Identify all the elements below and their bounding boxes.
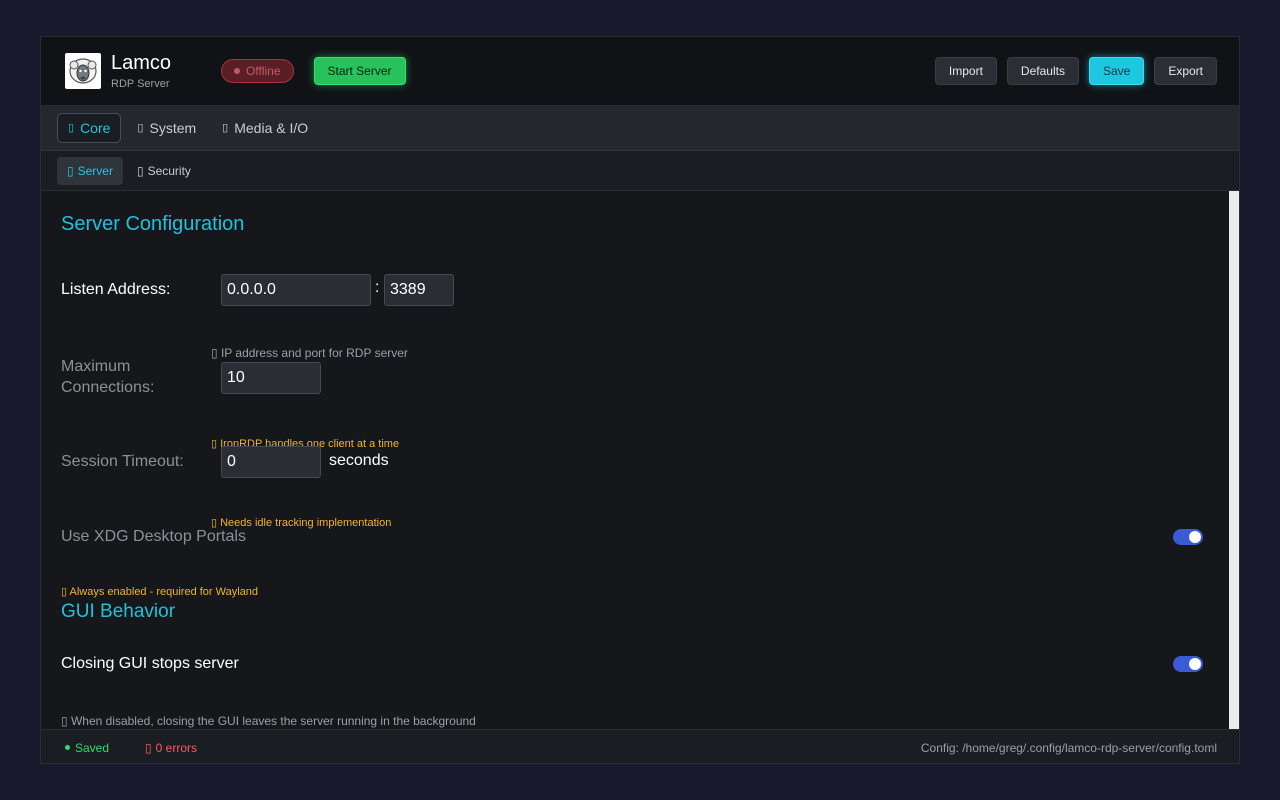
error-count[interactable]: ▯ 0 errors: [145, 741, 197, 755]
core-tab-icon: ▯: [68, 122, 75, 134]
status-dot-icon: [234, 68, 241, 74]
saved-label: Saved: [75, 740, 110, 755]
security-subtab-icon: ▯: [136, 163, 144, 178]
listen-port-input[interactable]: 3389: [384, 274, 454, 306]
closing-gui-stops-toggle[interactable]: [1173, 656, 1203, 672]
tab-media-io-label: Media & I/O: [234, 119, 309, 136]
listen-address-input[interactable]: 0.0.0.0: [221, 274, 371, 306]
session-timeout-input[interactable]: 0: [221, 446, 321, 478]
subtab-security[interactable]: ▯ Security: [127, 157, 201, 185]
listen-address-hint: ▯ IP address and port for RDP server: [211, 346, 408, 360]
start-server-button[interactable]: Start Server: [313, 57, 406, 85]
section-title-gui: GUI Behavior: [61, 601, 176, 622]
media-tab-icon: ▯: [222, 122, 229, 134]
xdg-portals-label: Use XDG Desktop Portals: [61, 528, 246, 545]
tab-system-label: System: [149, 119, 197, 136]
error-count-label: 0 errors: [155, 740, 197, 755]
header-actions: Import Defaults Save Export: [934, 57, 1217, 85]
import-button[interactable]: Import: [934, 57, 997, 85]
address-port-separator: :: [375, 279, 380, 296]
defaults-button[interactable]: Defaults: [1006, 57, 1079, 85]
xdg-portals-warning: ▯ Always enabled - required for Wayland: [61, 586, 259, 598]
app-name: Lamco: [111, 52, 172, 74]
toggle-knob: [1189, 531, 1201, 543]
saved-dot-icon: [65, 745, 70, 750]
saved-status: Saved: [65, 741, 109, 755]
settings-content: Server Configuration Listen Address: 0.0…: [41, 191, 1231, 729]
app-window: Lamco RDP Server Offline Start Server Im…: [40, 36, 1240, 764]
max-connections-label-line1: Maximum: [61, 358, 131, 375]
closing-gui-stops-label: Closing GUI stops server: [61, 655, 239, 672]
brand: Lamco RDP Server: [111, 52, 171, 90]
subtab-server-label: Server: [77, 163, 113, 178]
config-path: Config: /home/greg/.config/lamco-rdp-ser…: [920, 740, 1217, 755]
toggle-knob: [1189, 658, 1201, 670]
max-connections-label-line2: Connections:: [61, 379, 155, 396]
session-timeout-label: Session Timeout:: [61, 453, 184, 470]
subtab-server[interactable]: ▯ Server: [57, 156, 123, 185]
tab-core[interactable]: ▯ Core: [57, 112, 122, 143]
app-header: Lamco RDP Server Offline Start Server Im…: [41, 37, 1239, 105]
content-scrollbar[interactable]: [1229, 191, 1239, 729]
listen-address-label: Listen Address:: [61, 281, 171, 298]
section-title-server: Server Configuration: [61, 213, 245, 235]
sheep-logo-icon: [65, 53, 101, 89]
app-subtitle: RDP Server: [111, 78, 170, 90]
session-timeout-unit: seconds: [329, 452, 389, 469]
system-tab-icon: ▯: [137, 122, 144, 134]
export-button[interactable]: Export: [1154, 57, 1217, 85]
status-footer: Saved ▯ 0 errors Config: /home/greg/.con…: [41, 729, 1239, 763]
tab-system[interactable]: ▯ System: [127, 113, 206, 143]
save-button[interactable]: Save: [1088, 57, 1145, 85]
closing-gui-stops-hint: ▯ When disabled, closing the GUI leaves …: [61, 714, 476, 728]
subtab-security-label: Security: [147, 163, 191, 178]
error-icon: ▯: [145, 740, 152, 755]
xdg-portals-toggle[interactable]: [1173, 529, 1203, 545]
tab-media-io[interactable]: ▯ Media & I/O: [212, 113, 318, 143]
sub-tabbar: ▯ Server ▯ Security: [41, 151, 1239, 191]
main-tabbar: ▯ Core ▯ System ▯ Media & I/O: [41, 105, 1239, 151]
max-connections-input[interactable]: 10: [221, 362, 321, 394]
tab-core-label: Core: [80, 119, 111, 136]
max-connections-label: Maximum Connections:: [61, 356, 154, 398]
server-subtab-icon: ▯: [67, 163, 74, 178]
server-status-badge: Offline: [221, 59, 294, 83]
server-status-label: Offline: [246, 64, 281, 78]
